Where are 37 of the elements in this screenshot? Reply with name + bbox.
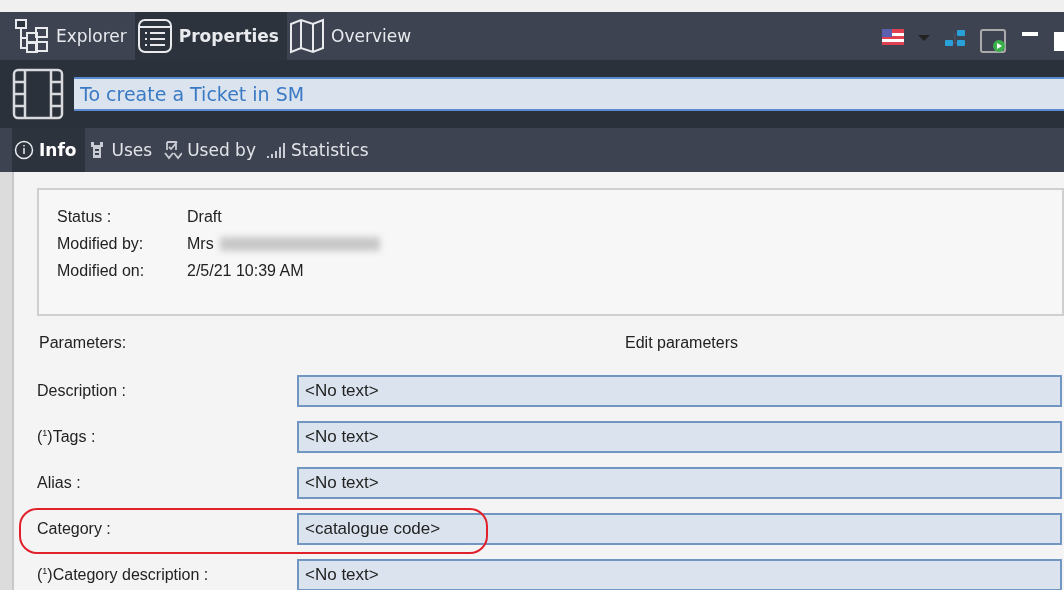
info-label: Modified on: [57, 262, 146, 280]
info-value: 2/5/21 10:39 AM [187, 262, 304, 280]
info-value: Draft [187, 208, 222, 226]
parameters-label: Parameters: [39, 334, 127, 351]
sub-tab[interactable]: Statistics [263, 128, 377, 172]
sub-tab[interactable]: Used by [160, 128, 264, 172]
nodes-icon[interactable] [944, 29, 966, 49]
main-tab[interactable]: Explorer [12, 12, 135, 60]
tree-icon [14, 18, 50, 54]
film-icon [12, 68, 64, 120]
parameter-field[interactable]: <No text> [297, 375, 1062, 407]
parameter-field[interactable]: <No text> [297, 421, 1062, 453]
checklist-arrow-icon [162, 140, 183, 160]
flag-icon[interactable] [882, 29, 904, 45]
parameter-label: Category : [37, 520, 112, 538]
list-icon [136, 18, 173, 54]
info-label: Modified by: [57, 235, 145, 253]
film-play-icon[interactable] [980, 29, 1008, 55]
main-tab[interactable]: Overview [287, 12, 420, 60]
parameter-field[interactable]: <No text> [297, 467, 1062, 499]
parameter-label: Alias : [37, 474, 82, 492]
sub-tab[interactable]: Info [12, 128, 85, 172]
signal-bars-icon [265, 140, 286, 160]
map-icon [289, 18, 325, 54]
parameter-field[interactable]: <catalogue code> [297, 513, 1062, 545]
maximize-icon[interactable] [1052, 29, 1064, 53]
main-tab[interactable]: Properties [134, 12, 287, 60]
parameter-label: Description : [37, 382, 127, 400]
parameter-label: ($^{1}$)Category description : [37, 565, 210, 585]
edit-parameters-label: Edit parameters [625, 334, 738, 351]
parameter-label: ($^{1}$)Tags : [37, 427, 97, 447]
sub-tab[interactable]: Uses [84, 128, 161, 172]
info-label: Status : [57, 208, 113, 226]
minimize-icon[interactable] [1022, 29, 1038, 39]
info-icon [14, 140, 34, 160]
info-value: Mrs [187, 235, 214, 253]
parameter-field[interactable]: <No text> [297, 559, 1062, 590]
